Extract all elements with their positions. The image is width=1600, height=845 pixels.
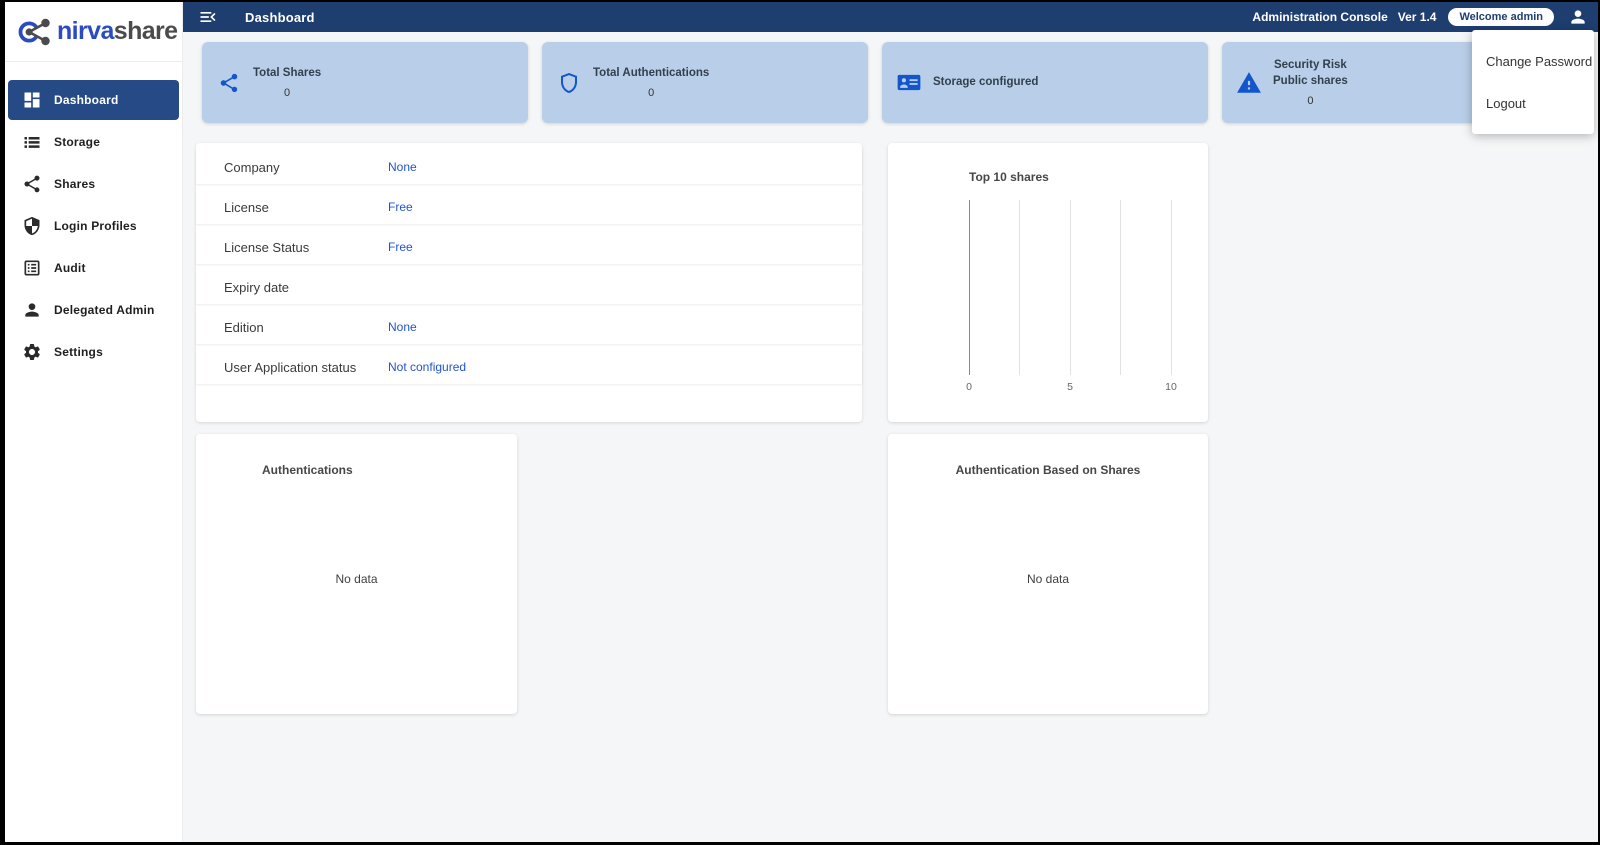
table-row: Company None — [196, 150, 862, 184]
row-value-link[interactable]: None — [388, 160, 417, 174]
topbar-right: Administration Console Ver 1.4 Welcome a… — [1252, 7, 1598, 27]
chart-gridline — [1019, 200, 1020, 375]
brand-name: nirvashare — [57, 17, 177, 46]
main-content: Total Shares 0 Total Authentications 0 — [183, 32, 1598, 842]
sidebar-item-label: Settings — [54, 345, 103, 359]
table-row: License Status Free — [196, 230, 862, 264]
stat-card-value: 0 — [648, 87, 654, 99]
sidebar-item-storage[interactable]: Storage — [8, 122, 179, 162]
stat-card-value: 0 — [284, 87, 290, 99]
sidebar-item-label: Storage — [54, 135, 100, 149]
sidebar-nav: Dashboard Storage Shares Login Profiles … — [5, 80, 182, 372]
shield-icon — [22, 216, 42, 236]
chart-title: Top 10 shares — [969, 170, 1049, 184]
logout-menu-item[interactable]: Logout — [1472, 82, 1594, 124]
table-row: License Free — [196, 190, 862, 224]
row-label: License — [224, 200, 269, 215]
warning-icon — [1236, 70, 1262, 96]
stat-card-total-authentications: Total Authentications 0 — [542, 42, 868, 123]
sidebar-item-label: Delegated Admin — [54, 303, 155, 317]
authentication-based-on-shares-chart: Authentication Based on Shares No data — [888, 434, 1208, 714]
list-alt-icon — [22, 258, 42, 278]
topbar: Dashboard Administration Console Ver 1.4… — [183, 2, 1598, 32]
shield-outline-icon — [556, 71, 582, 95]
sidebar: nirvashare Dashboard Storage Shares Logi… — [5, 2, 183, 842]
menu-toggle-button[interactable] — [197, 6, 219, 28]
list-icon — [22, 132, 42, 152]
stat-cards-row: Total Shares 0 Total Authentications 0 — [202, 42, 1548, 123]
row-label: User Application status — [224, 360, 356, 375]
sidebar-item-audit[interactable]: Audit — [8, 248, 179, 288]
table-row: Expiry date — [196, 270, 862, 304]
row-label: License Status — [224, 240, 309, 255]
x-tick-label: 0 — [954, 381, 984, 393]
brand-logo: nirvashare — [5, 2, 182, 62]
user-dropdown-menu: Change Password Logout — [1472, 30, 1594, 134]
sidebar-item-delegated-admin[interactable]: Delegated Admin — [8, 290, 179, 330]
x-tick-label: 10 — [1156, 381, 1186, 393]
menu-open-icon — [198, 7, 218, 27]
welcome-admin-pill[interactable]: Welcome admin — [1448, 8, 1554, 26]
stat-card-value: 0 — [1307, 95, 1313, 107]
change-password-menu-item[interactable]: Change Password — [1472, 40, 1594, 82]
sidebar-item-label: Dashboard — [54, 93, 118, 107]
top-10-shares-chart: Top 10 shares 0 5 10 — [888, 143, 1208, 422]
dashboard-icon — [22, 90, 42, 110]
table-row: User Application status Not configured — [196, 350, 862, 384]
stat-card-title: Storage configured — [933, 75, 1038, 91]
share-icon — [22, 174, 42, 194]
table-row: Edition None — [196, 310, 862, 344]
row-value-link[interactable]: Free — [388, 240, 413, 254]
row-label: Company — [224, 160, 280, 175]
app-window: nirvashare Dashboard Storage Shares Logi… — [5, 2, 1598, 842]
gear-icon — [22, 342, 42, 362]
chart-title: Authentication Based on Shares — [888, 463, 1208, 477]
stat-card-title: Security RiskPublic shares — [1273, 58, 1348, 89]
chart-gridline — [1120, 200, 1121, 375]
sidebar-item-settings[interactable]: Settings — [8, 332, 179, 372]
share-icon — [216, 72, 242, 94]
contact-card-icon — [896, 69, 922, 96]
console-label: Administration Console — [1252, 10, 1387, 24]
sidebar-item-dashboard[interactable]: Dashboard — [8, 80, 179, 120]
version-label: Ver 1.4 — [1398, 10, 1437, 24]
sidebar-item-shares[interactable]: Shares — [8, 164, 179, 204]
x-tick-label: 5 — [1055, 381, 1085, 393]
sidebar-item-label: Audit — [54, 261, 86, 275]
user-menu-button[interactable] — [1568, 7, 1588, 27]
row-label: Expiry date — [224, 280, 289, 295]
chart-axis-line — [969, 200, 970, 375]
sidebar-item-label: Shares — [54, 177, 95, 191]
sidebar-item-label: Login Profiles — [54, 219, 137, 233]
stat-card-storage-configured: Storage configured — [882, 42, 1208, 123]
stat-card-title: Total Shares — [253, 66, 321, 82]
user-icon — [1568, 7, 1588, 27]
chart-gridline — [1070, 200, 1071, 375]
license-info-panel: Company None License Free License Status… — [196, 143, 862, 422]
sidebar-item-login-profiles[interactable]: Login Profiles — [8, 206, 179, 246]
stat-card-title: Total Authentications — [593, 66, 709, 82]
stat-card-total-shares: Total Shares 0 — [202, 42, 528, 123]
row-value-link[interactable]: Free — [388, 200, 413, 214]
chart-title: Authentications — [262, 463, 353, 477]
person-icon — [22, 300, 42, 320]
page-title: Dashboard — [245, 10, 315, 25]
authentications-chart: Authentications No data — [196, 434, 517, 714]
nirvashare-logo-icon — [17, 15, 55, 49]
row-value-link[interactable]: None — [388, 320, 417, 334]
chart-gridline — [1171, 200, 1172, 375]
no-data-text: No data — [196, 572, 517, 586]
no-data-text: No data — [888, 572, 1208, 586]
row-value-link[interactable]: Not configured — [388, 360, 466, 374]
row-label: Edition — [224, 320, 264, 335]
